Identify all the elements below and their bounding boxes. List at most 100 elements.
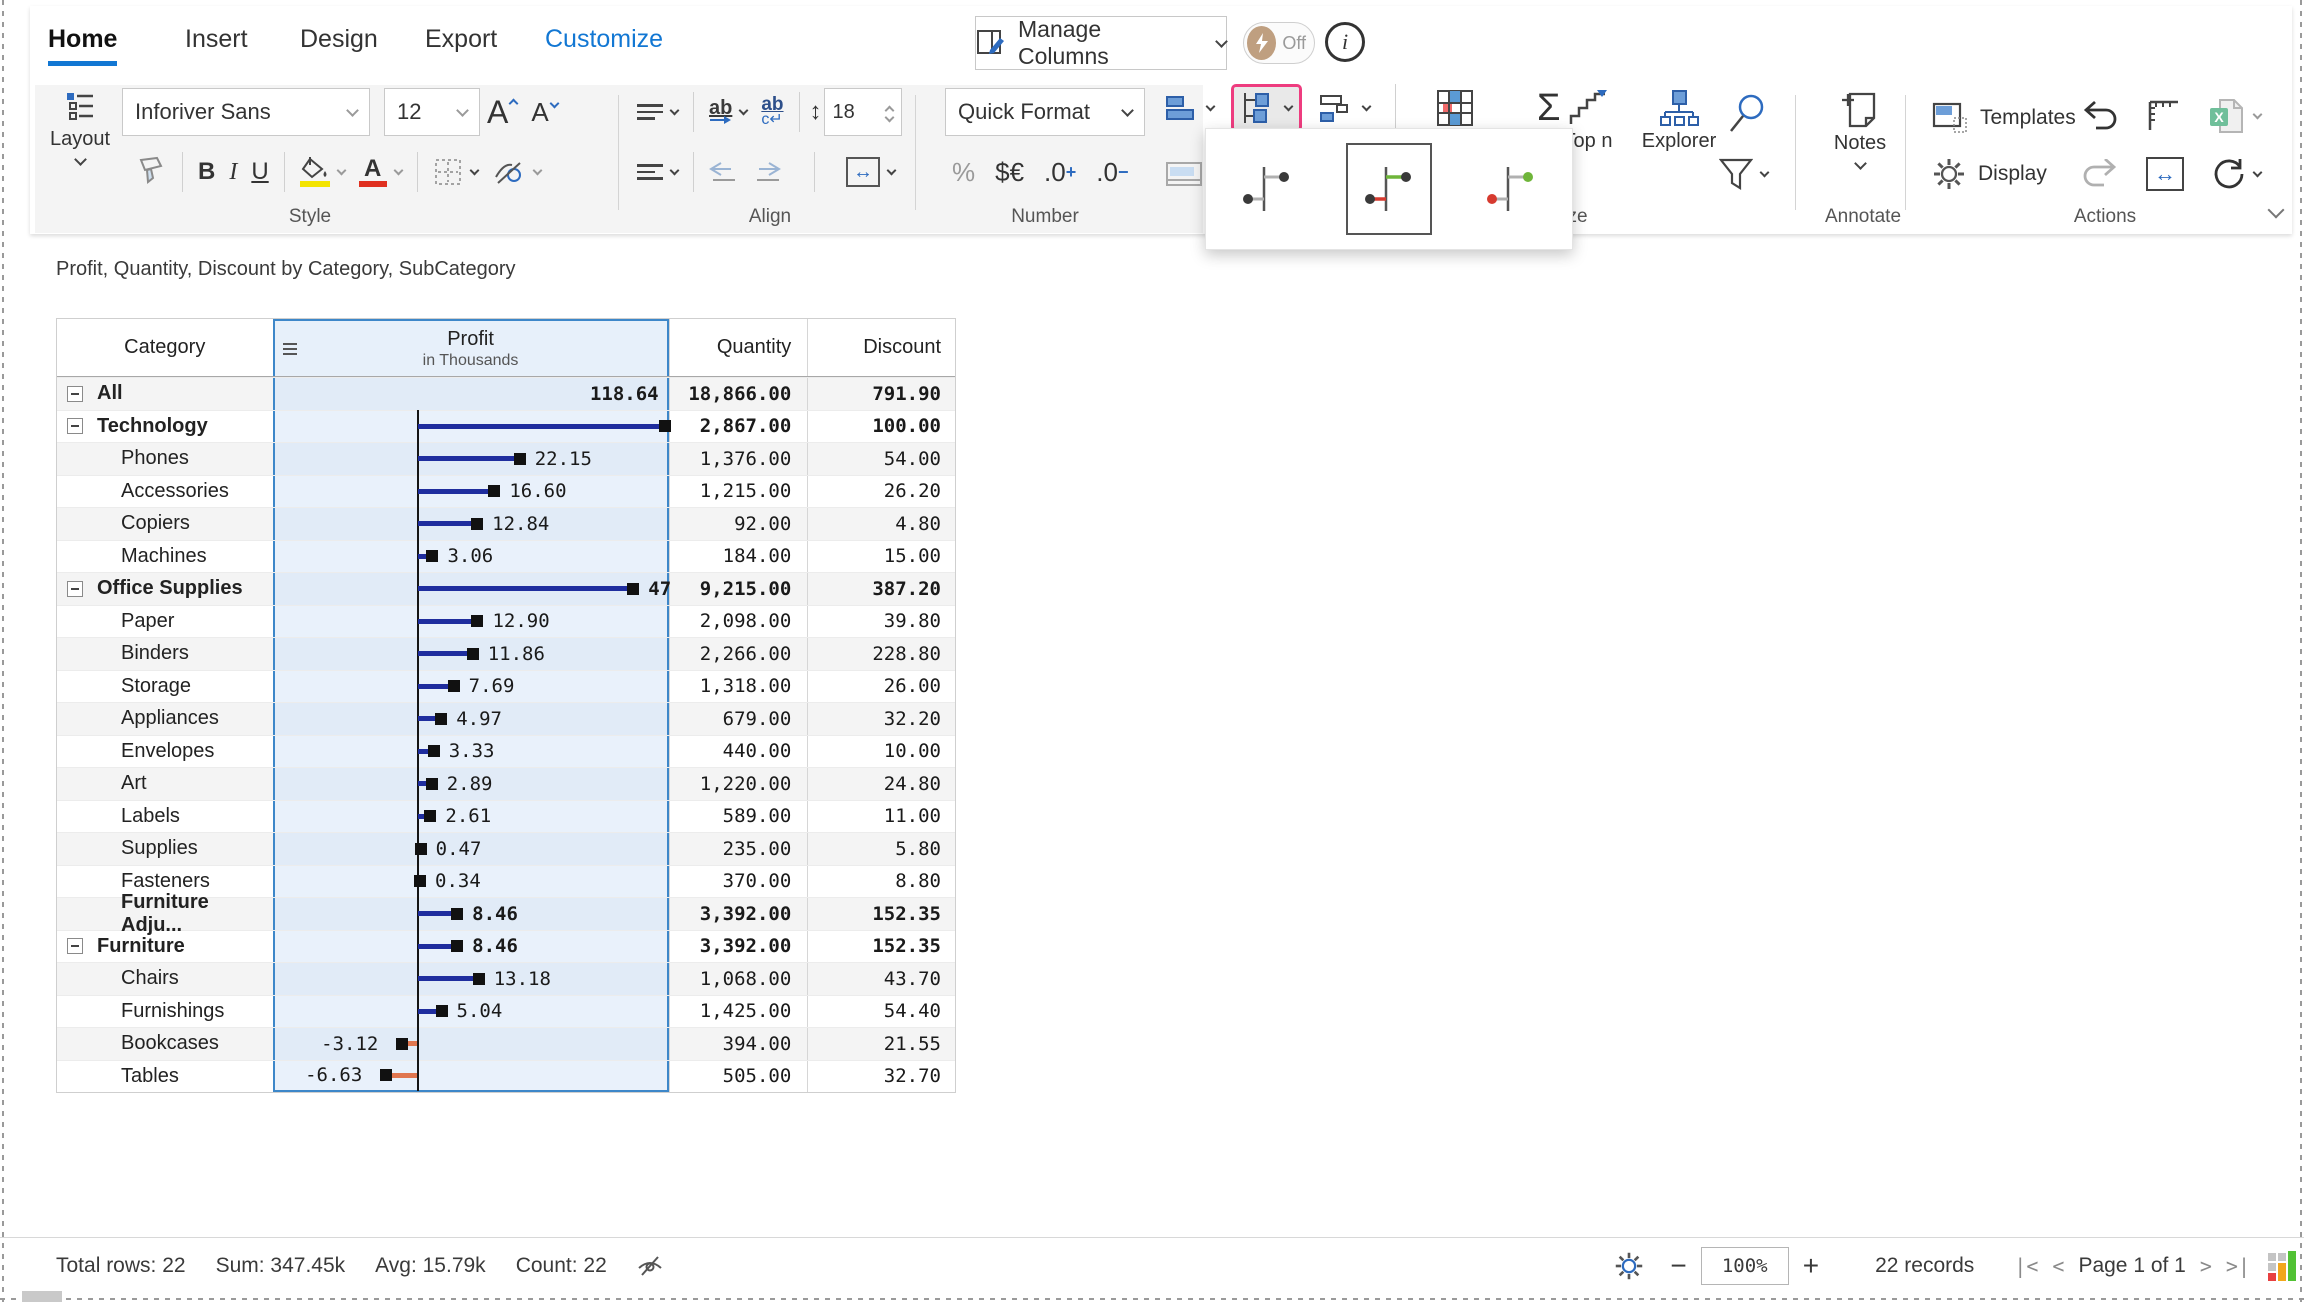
category-cell[interactable]: Storage [57,671,273,703]
search-button[interactable] [1720,90,1774,138]
discount-cell[interactable]: 24.80 [807,768,955,800]
first-page-button[interactable]: |< [2014,1254,2038,1278]
underline-button[interactable]: U [244,148,275,196]
zoom-out-button[interactable]: − [1670,1250,1686,1282]
table-row[interactable]: Art2.891,220.0024.80 [57,767,955,800]
quantity-cell[interactable]: 505.00 [669,1061,808,1093]
refresh-button[interactable] [2205,150,2268,198]
category-cell[interactable]: Appliances [57,703,273,735]
table-row[interactable]: Copiers12.8492.004.80 [57,507,955,540]
column-menu-icon[interactable] [283,343,297,355]
format-painter-button[interactable] [128,148,174,196]
profit-cell[interactable]: 12.90 [273,606,669,638]
discount-cell[interactable]: 26.20 [807,476,955,508]
column-header-discount[interactable]: Discount [807,319,955,376]
table-row[interactable]: Paper12.902,098.0039.80 [57,605,955,638]
heatmap-button[interactable] [1428,84,1482,132]
category-cell[interactable]: Furniture Adju... [57,898,273,930]
profit-cell[interactable]: 4.97 [273,703,669,735]
tab-insert[interactable]: Insert [185,25,248,54]
quantity-cell[interactable]: 2,098.00 [669,606,808,638]
table-row[interactable]: Furniture Adju...8.463,392.00152.35 [57,897,955,930]
profit-cell[interactable]: 16.60 [273,476,669,508]
discount-cell[interactable]: 39.80 [807,606,955,638]
fill-color-button[interactable] [293,148,352,196]
category-cell[interactable]: Supplies [57,833,273,865]
quantity-cell[interactable]: 1,215.00 [669,476,808,508]
shrink-font-button[interactable]: A [524,88,564,136]
italic-button[interactable]: I [222,148,244,196]
category-cell[interactable]: Copiers [57,508,273,540]
table-row[interactable]: Machines3.06184.0015.00 [57,540,955,573]
category-cell[interactable]: Technology [57,411,273,443]
collapse-icon[interactable] [67,938,83,954]
redo-button[interactable] [2075,150,2125,198]
quantity-cell[interactable]: 394.00 [669,1028,808,1060]
discount-cell[interactable]: 15.00 [807,541,955,573]
bold-button[interactable]: B [191,148,222,196]
last-page-button[interactable]: >| [2226,1254,2250,1278]
table-row[interactable]: Envelopes3.33440.0010.00 [57,735,955,768]
table-row[interactable]: Accessories16.601,215.0026.20 [57,475,955,508]
lollipop-option-colored-lines[interactable] [1346,143,1432,235]
discount-cell[interactable]: 54.40 [807,996,955,1028]
zoom-in-button[interactable]: + [1803,1250,1819,1282]
prev-page-button[interactable]: < [2052,1254,2064,1278]
combo-chart-button[interactable] [1312,84,1377,132]
lollipop-option-colored-dots[interactable] [1468,143,1554,235]
row-height-stepper[interactable]: 18 [824,88,902,136]
font-family-select[interactable]: Inforiver Sans [122,88,370,136]
tab-export[interactable]: Export [425,25,497,54]
profit-cell[interactable]: 7.69 [273,671,669,703]
quantity-cell[interactable]: 2,867.00 [669,411,808,443]
profit-cell[interactable]: 3.06 [273,541,669,573]
quantity-cell[interactable]: 440.00 [669,736,808,768]
category-cell[interactable]: Tables [57,1061,273,1093]
profit-cell[interactable]: 8.46 [273,931,669,963]
category-cell[interactable]: Labels [57,801,273,833]
manage-columns-button[interactable]: Manage Columns [975,16,1227,70]
quantity-cell[interactable]: 1,220.00 [669,768,808,800]
discount-cell[interactable]: 32.20 [807,703,955,735]
increase-decimal-button[interactable]: .0+ [1037,148,1083,196]
column-header-profit[interactable]: Profit in Thousands [273,319,669,376]
table-row[interactable]: Appliances4.97679.0032.20 [57,702,955,735]
explorer-button[interactable]: Explorer [1634,90,1724,153]
quantity-cell[interactable]: 3,392.00 [669,898,808,930]
profit-cell[interactable]: 3.33 [273,736,669,768]
quantity-cell[interactable]: 184.00 [669,541,808,573]
profit-cell[interactable] [273,411,669,443]
ai-toggle[interactable]: Off [1243,22,1315,64]
category-cell[interactable]: Chairs [57,963,273,995]
category-cell[interactable]: Paper [57,606,273,638]
discount-cell[interactable]: 152.35 [807,898,955,930]
category-cell[interactable]: Art [57,768,273,800]
quantity-cell[interactable]: 1,425.00 [669,996,808,1028]
profit-cell[interactable]: 2.61 [273,801,669,833]
quantity-cell[interactable]: 9,215.00 [669,573,808,605]
discount-cell[interactable]: 54.00 [807,443,955,475]
info-icon[interactable]: i [1325,22,1365,62]
grow-font-button[interactable]: A [480,88,524,136]
borders-button[interactable] [426,148,485,196]
quantity-cell[interactable]: 679.00 [669,703,808,735]
profit-cell[interactable]: 11.86 [273,638,669,670]
undo-button[interactable] [2075,92,2125,140]
column-width-button[interactable]: ↔ [839,148,902,196]
quantity-cell[interactable]: 1,376.00 [669,443,808,475]
next-page-button[interactable]: > [2200,1254,2212,1278]
table-row[interactable]: Phones22.151,376.0054.00 [57,442,955,475]
category-cell[interactable]: Machines [57,541,273,573]
table-row[interactable]: Bookcases-3.12394.0021.55 [57,1027,955,1060]
notes-button[interactable]: Notes [1822,88,1898,168]
font-size-select[interactable]: 12 [384,88,480,136]
profit-cell[interactable]: 8.46 [273,898,669,930]
fit-width-button[interactable]: ↔ [2139,150,2191,198]
quantity-cell[interactable]: 235.00 [669,833,808,865]
profit-cell[interactable]: -6.63 [273,1061,669,1093]
quantity-cell[interactable]: 3,392.00 [669,931,808,963]
discount-cell[interactable]: 32.70 [807,1061,955,1093]
quantity-cell[interactable]: 1,068.00 [669,963,808,995]
zoom-level[interactable]: 100% [1701,1247,1789,1285]
category-cell[interactable]: Binders [57,638,273,670]
